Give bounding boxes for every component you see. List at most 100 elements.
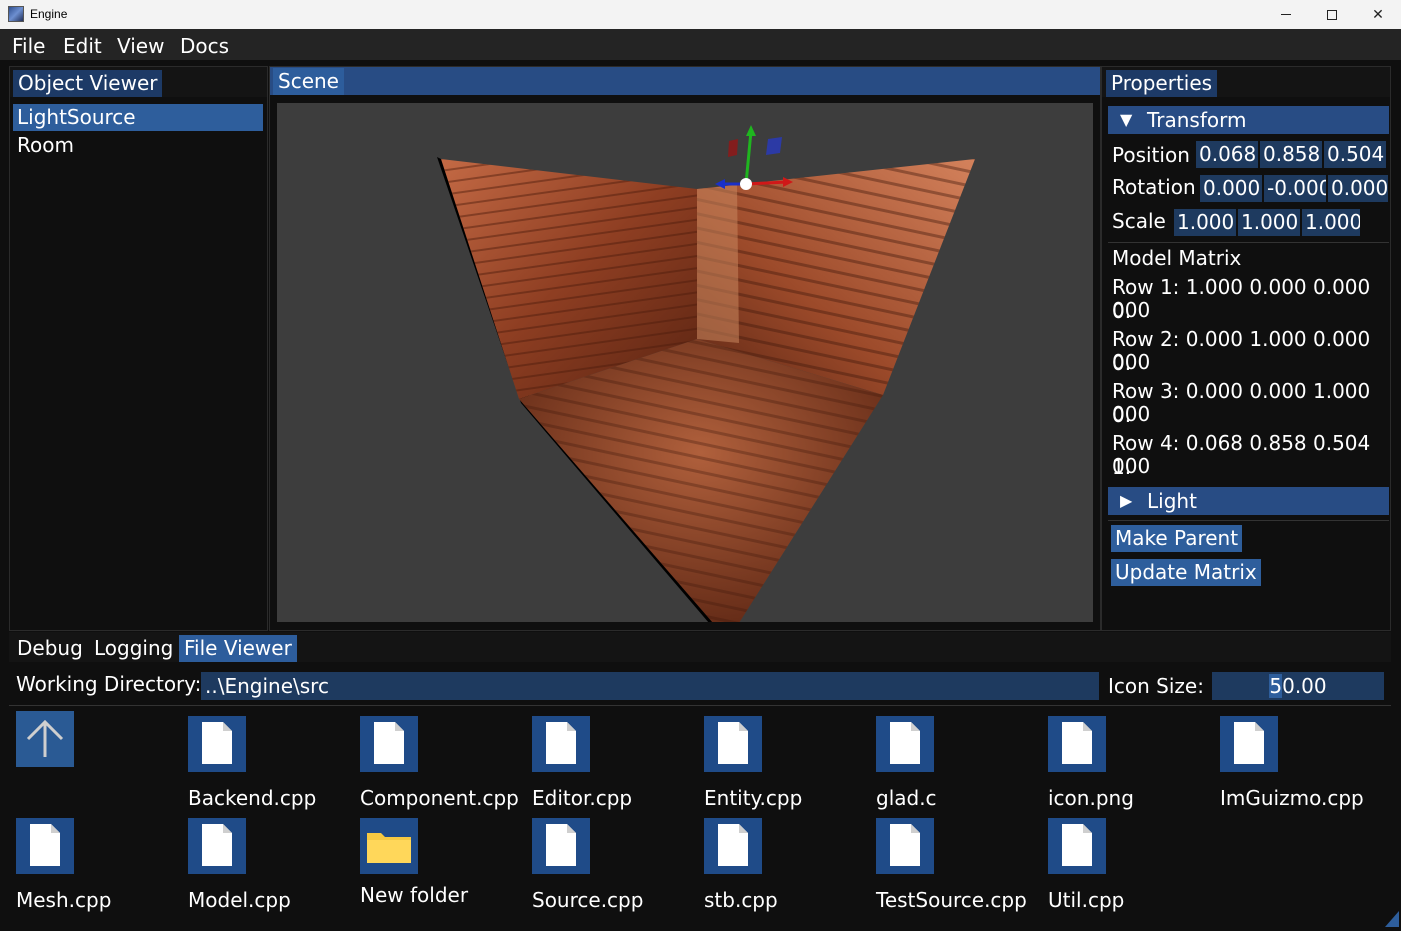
make-parent-button[interactable]: Make Parent <box>1111 525 1243 552</box>
icon-size-selection: 5 <box>1269 674 1283 698</box>
icon-size-label: Icon Size: <box>1108 674 1204 698</box>
file-name-stb[interactable]: stb.cpp <box>704 888 778 912</box>
file-icon <box>1062 824 1092 866</box>
object-item-room[interactable]: Room <box>13 132 263 159</box>
rotation-label: Rotation <box>1112 175 1196 199</box>
window-title: Engine <box>30 7 68 21</box>
tab-properties[interactable]: Properties <box>1106 70 1218 97</box>
file-icon <box>546 824 576 866</box>
file-name-icon-png[interactable]: icon.png <box>1048 786 1134 810</box>
scale-x-field[interactable]: 1.000 <box>1174 209 1236 236</box>
light-section-header[interactable]: ▶ Light <box>1108 487 1389 515</box>
file-name-new-folder[interactable]: New folder <box>360 883 468 907</box>
resize-grip-icon[interactable] <box>1385 905 1399 927</box>
model-matrix-title: Model Matrix <box>1112 246 1242 270</box>
file-icon <box>890 722 920 764</box>
file-name-mesh[interactable]: Mesh.cpp <box>16 888 111 912</box>
expanded-arrow-icon: ▼ <box>1120 110 1133 129</box>
app-icon <box>8 6 24 22</box>
file-icon <box>202 722 232 764</box>
scale-y-field[interactable]: 1.000 <box>1238 209 1300 236</box>
title-bar: Engine ✕ <box>0 0 1401 29</box>
file-icon-util[interactable] <box>1048 818 1106 874</box>
maximize-button[interactable] <box>1309 0 1355 29</box>
tab-scene[interactable]: Scene <box>273 68 344 95</box>
file-name-editor[interactable]: Editor.cpp <box>532 786 632 810</box>
file-icon <box>718 722 748 764</box>
file-icon-entity[interactable] <box>704 716 762 772</box>
file-name-entity[interactable]: Entity.cpp <box>704 786 802 810</box>
file-icon-editor[interactable] <box>532 716 590 772</box>
file-icon-imguizmo[interactable] <box>1220 716 1278 772</box>
file-name-imguizmo[interactable]: ImGuizmo.cpp <box>1220 786 1364 810</box>
minimize-button[interactable] <box>1263 0 1309 29</box>
file-name-source[interactable]: Source.cpp <box>532 888 643 912</box>
tab-logging[interactable]: Logging <box>89 635 178 662</box>
file-name-testsource[interactable]: TestSource.cpp <box>876 888 1027 912</box>
transform-section-header[interactable]: ▼ Transform <box>1108 106 1389 134</box>
update-matrix-button[interactable]: Update Matrix <box>1111 559 1261 586</box>
position-z-field[interactable]: 0.504 <box>1324 141 1386 168</box>
light-section-label: Light <box>1147 489 1197 513</box>
separator <box>9 705 1391 706</box>
file-icon <box>1062 722 1092 764</box>
rotation-x-field[interactable]: 0.000 <box>1200 175 1262 202</box>
matrix-row-3-wrap: 000 <box>1112 402 1151 426</box>
close-icon: ✕ <box>1372 6 1384 23</box>
maximize-icon <box>1327 9 1337 20</box>
file-icon <box>546 722 576 764</box>
file-icon-model[interactable] <box>188 818 246 874</box>
scene-panel: Scene <box>269 66 1101 631</box>
tab-file-viewer[interactable]: File Viewer <box>179 635 297 662</box>
file-icon-glad[interactable] <box>876 716 934 772</box>
file-icon-backend[interactable] <box>188 716 246 772</box>
scene-viewport[interactable] <box>277 103 1093 622</box>
icon-size-value: 0.00 <box>1282 674 1327 698</box>
folder-icon <box>367 833 411 863</box>
object-viewer-panel: Object Viewer LightSource Room <box>9 66 268 631</box>
matrix-row-4-wrap: 000 <box>1112 454 1151 478</box>
tab-debug[interactable]: Debug <box>12 635 88 662</box>
menu-docs[interactable]: Docs <box>180 34 229 58</box>
file-name-util[interactable]: Util.cpp <box>1048 888 1124 912</box>
scene-render <box>437 125 975 622</box>
working-directory-label: Working Directory: <box>16 672 202 696</box>
separator <box>1108 520 1389 521</box>
matrix-row-2-wrap: 000 <box>1112 350 1151 374</box>
file-icon-stb[interactable] <box>704 818 762 874</box>
working-directory-input[interactable]: ..\Engine\src <box>201 672 1099 700</box>
parent-directory-button[interactable] <box>16 711 74 767</box>
file-icon-testsource[interactable] <box>876 818 934 874</box>
menu-file[interactable]: File <box>12 34 45 58</box>
file-icon <box>374 722 404 764</box>
transform-section-label: Transform <box>1147 108 1247 132</box>
close-button[interactable]: ✕ <box>1355 0 1401 29</box>
object-viewer-header: Object Viewer <box>10 67 267 97</box>
file-name-backend[interactable]: Backend.cpp <box>188 786 316 810</box>
file-icon-mesh[interactable] <box>16 818 74 874</box>
file-name-component[interactable]: Component.cpp <box>360 786 519 810</box>
icon-size-input[interactable]: 50.00 <box>1212 672 1384 700</box>
scale-z-field[interactable]: 1.000 <box>1302 209 1360 236</box>
object-item-lightsource[interactable]: LightSource <box>13 104 263 131</box>
position-x-field[interactable]: 0.068 <box>1196 141 1258 168</box>
separator <box>1108 242 1389 243</box>
up-arrow-icon <box>26 719 64 757</box>
tab-object-viewer[interactable]: Object Viewer <box>13 70 163 97</box>
rotation-z-field[interactable]: 0.000 <box>1328 175 1388 202</box>
folder-icon-new-folder[interactable] <box>360 818 418 874</box>
menu-edit[interactable]: Edit <box>63 34 102 58</box>
file-icon <box>890 824 920 866</box>
rotation-y-field[interactable]: -0.000 <box>1264 175 1326 202</box>
scene-header: Scene <box>270 67 1100 95</box>
file-name-glad[interactable]: glad.c <box>876 786 937 810</box>
file-icon-icon-png[interactable] <box>1048 716 1106 772</box>
menu-view[interactable]: View <box>117 34 164 58</box>
file-icon-component[interactable] <box>360 716 418 772</box>
file-icon <box>202 824 232 866</box>
position-label: Position <box>1112 143 1190 167</box>
position-y-field[interactable]: 0.858 <box>1260 141 1322 168</box>
file-name-model[interactable]: Model.cpp <box>188 888 291 912</box>
matrix-row-1-wrap: 000 <box>1112 298 1151 322</box>
file-icon-source[interactable] <box>532 818 590 874</box>
